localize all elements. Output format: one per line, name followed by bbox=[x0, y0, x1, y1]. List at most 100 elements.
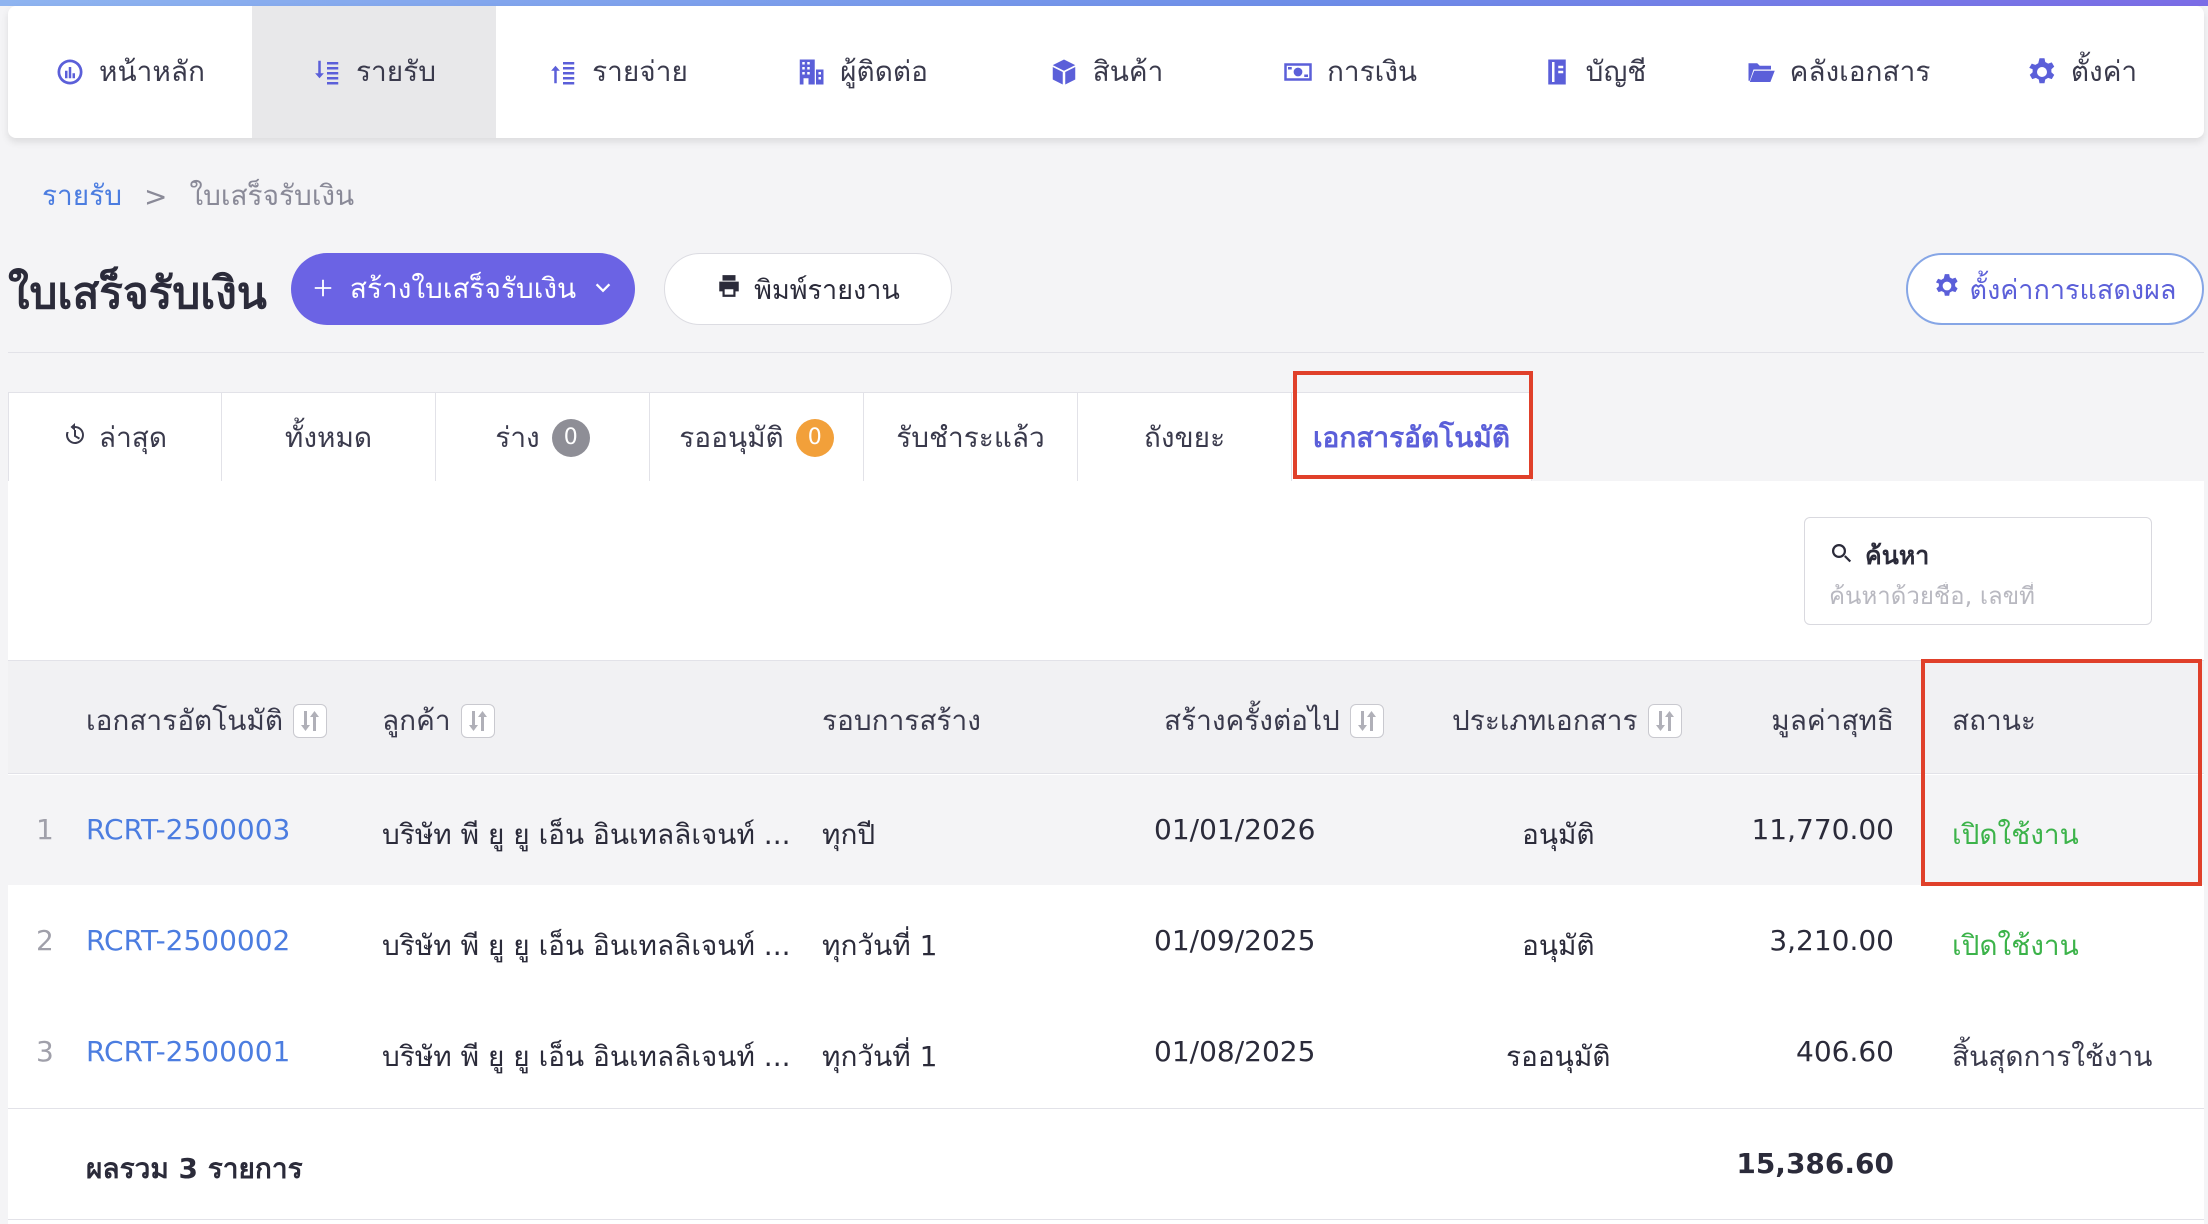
book-icon bbox=[1542, 57, 1572, 87]
print-report-label: พิมพ์รายงาน bbox=[754, 274, 900, 306]
nav-item-products[interactable]: สินค้า bbox=[984, 6, 1228, 138]
doc-type: อนุมัติ bbox=[1522, 818, 1595, 851]
money-icon bbox=[1283, 57, 1313, 87]
doc-type: รออนุมัติ bbox=[1506, 1040, 1611, 1073]
tab-label: ถังขยะ bbox=[1143, 420, 1226, 454]
tab-all[interactable]: ทั้งหมด bbox=[222, 392, 436, 482]
tab-trash[interactable]: ถังขยะ bbox=[1078, 392, 1292, 482]
page-title: ใบเสร็จรับเงิน bbox=[8, 268, 267, 319]
nav-item-label: หน้าหลัก bbox=[99, 55, 205, 88]
count-badge: 0 bbox=[551, 418, 590, 457]
nav-item-settings[interactable]: ตั้งค่า bbox=[1960, 6, 2204, 138]
customer-name: บริษัท พี ยู ยู เอ็น อินเทลลิเจนท์ ... bbox=[382, 1040, 791, 1073]
creation-cycle: ทุกปี bbox=[822, 818, 876, 851]
status-badge: เปิดใช้งาน bbox=[1952, 818, 2079, 851]
nav-item-income[interactable]: รายรับ bbox=[252, 6, 496, 138]
header-doc[interactable]: เอกสารอัตโนมัติ bbox=[86, 699, 328, 743]
status-badge: สิ้นสุดการใช้งาน bbox=[1952, 1040, 2153, 1073]
main-nav: หน้าหลัก รายรับ รายจ่าย ผู้ติดต่อ สินค้า… bbox=[8, 6, 2204, 138]
count-badge: 0 bbox=[795, 418, 834, 457]
print-report-button[interactable]: พิมพ์รายงาน bbox=[664, 253, 952, 325]
status-tabs: ล่าสุด ทั้งหมด ร่าง 0 รออนุมัติ 0 รับชำร… bbox=[8, 392, 1532, 482]
breadcrumb-parent-link[interactable]: รายรับ bbox=[42, 174, 122, 218]
header-label: รอบการสร้าง bbox=[822, 704, 981, 737]
net-amount: 3,210.00 bbox=[1769, 924, 1894, 957]
table-header: เอกสารอัตโนมัติ ลูกค้า รอบการสร้าง สร้าง… bbox=[8, 660, 2204, 774]
tab-paid[interactable]: รับชำระแล้ว bbox=[864, 392, 1078, 482]
display-settings-button[interactable]: ตั้งค่าการแสดงผล bbox=[1906, 253, 2204, 325]
header-next-creation[interactable]: สร้างครั้งต่อไป bbox=[1164, 699, 1384, 743]
doc-type: อนุมัติ bbox=[1522, 929, 1595, 962]
tab-latest[interactable]: ล่าสุด bbox=[8, 392, 222, 482]
total-row: ผลรวม 3 รายการ 15,386.60 bbox=[8, 1108, 2204, 1220]
table-row[interactable]: 3 RCRT-2500001 บริษัท พี ยู ยู เอ็น อินเ… bbox=[8, 997, 2204, 1107]
header-label: ประเภทเอกสาร bbox=[1452, 704, 1638, 737]
tab-draft[interactable]: ร่าง 0 bbox=[436, 392, 650, 482]
nav-item-expense[interactable]: รายจ่าย bbox=[496, 6, 740, 138]
row-number: 1 bbox=[36, 813, 54, 846]
nav-item-label: รายจ่าย bbox=[592, 55, 688, 88]
nav-item-label: ผู้ติดต่อ bbox=[840, 55, 928, 88]
next-creation-date: 01/08/2025 bbox=[1154, 1035, 1316, 1068]
income-icon bbox=[312, 57, 342, 87]
header-customer[interactable]: ลูกค้า bbox=[382, 699, 495, 743]
building-icon bbox=[796, 57, 826, 87]
doc-number-link[interactable]: RCRT-2500001 bbox=[86, 1035, 290, 1068]
box-icon bbox=[1049, 57, 1079, 87]
search-icon bbox=[1829, 541, 1853, 571]
creation-cycle: ทุกวันที่ 1 bbox=[822, 929, 938, 962]
nav-item-label: ตั้งค่า bbox=[2070, 55, 2138, 88]
tab-label: ร่าง bbox=[495, 420, 540, 454]
search-label: ค้นหา bbox=[1829, 536, 2127, 576]
status-badge: เปิดใช้งาน bbox=[1952, 929, 2079, 962]
tab-label: รออนุมัติ bbox=[679, 420, 784, 454]
dashboard-icon bbox=[55, 57, 85, 87]
next-creation-date: 01/01/2026 bbox=[1154, 813, 1316, 846]
customer-name: บริษัท พี ยู ยู เอ็น อินเทลลิเจนท์ ... bbox=[382, 929, 791, 962]
table-row[interactable]: 1 RCRT-2500003 บริษัท พี ยู ยู เอ็น อินเ… bbox=[8, 775, 2204, 885]
nav-item-home[interactable]: หน้าหลัก bbox=[8, 6, 252, 138]
tab-label: ทั้งหมด bbox=[284, 420, 373, 454]
breadcrumb-separator: > bbox=[143, 179, 168, 213]
tab-pending-approval[interactable]: รออนุมัติ 0 bbox=[650, 392, 864, 482]
total-amount: 15,386.60 bbox=[1736, 1147, 1894, 1180]
search-box[interactable]: ค้นหา bbox=[1804, 517, 2152, 625]
table-row[interactable]: 2 RCRT-2500002 บริษัท พี ยู ยู เอ็น อินเ… bbox=[8, 886, 2204, 996]
chevron-down-icon bbox=[592, 273, 614, 306]
sort-icon[interactable] bbox=[1349, 704, 1384, 738]
expense-icon bbox=[548, 57, 578, 87]
divider bbox=[8, 352, 2204, 353]
header-net-amount: มูลค่าสุทธิ bbox=[1771, 699, 1894, 743]
nav-item-label: คลังเอกสาร bbox=[1789, 55, 1931, 88]
sort-icon[interactable] bbox=[293, 704, 328, 738]
sort-icon[interactable] bbox=[460, 704, 495, 738]
nav-item-contacts[interactable]: ผู้ติดต่อ bbox=[740, 6, 984, 138]
folder-icon bbox=[1746, 57, 1776, 87]
create-receipt-button[interactable]: สร้างใบเสร็จรับเงิน bbox=[291, 253, 635, 325]
breadcrumb: รายรับ > ใบเสร็จรับเงิน bbox=[42, 174, 354, 218]
tab-label: เอกสารอัตโนมัติ bbox=[1312, 420, 1510, 454]
nav-item-documents[interactable]: คลังเอกสาร bbox=[1716, 6, 1960, 138]
sort-icon[interactable] bbox=[1647, 704, 1682, 738]
gear-icon bbox=[1934, 273, 1960, 306]
search-input[interactable] bbox=[1829, 582, 2129, 610]
tab-label: รับชำระแล้ว bbox=[896, 420, 1045, 454]
nav-item-accounting[interactable]: บัญชี bbox=[1472, 6, 1716, 138]
doc-number-link[interactable]: RCRT-2500002 bbox=[86, 924, 290, 957]
breadcrumb-current: ใบเสร็จรับเงิน bbox=[189, 179, 355, 212]
total-label: ผลรวม 3 รายการ bbox=[86, 1152, 303, 1185]
nav-item-finance[interactable]: การเงิน bbox=[1228, 6, 1472, 138]
next-creation-date: 01/09/2025 bbox=[1154, 924, 1316, 957]
nav-item-label: บัญชี bbox=[1585, 55, 1647, 88]
header-doc-type[interactable]: ประเภทเอกสาร bbox=[1452, 699, 1682, 743]
nav-item-label: สินค้า bbox=[1092, 55, 1164, 88]
nav-item-label: รายรับ bbox=[356, 55, 436, 88]
plus-icon bbox=[312, 273, 334, 306]
net-amount: 406.60 bbox=[1796, 1035, 1894, 1068]
header-label: ลูกค้า bbox=[382, 704, 451, 737]
printer-icon bbox=[716, 273, 742, 306]
doc-number-link[interactable]: RCRT-2500003 bbox=[86, 813, 290, 846]
tab-recurring-documents[interactable]: เอกสารอัตโนมัติ bbox=[1292, 392, 1532, 482]
customer-name: บริษัท พี ยู ยู เอ็น อินเทลลิเจนท์ ... bbox=[382, 818, 791, 851]
net-amount: 11,770.00 bbox=[1751, 813, 1894, 846]
